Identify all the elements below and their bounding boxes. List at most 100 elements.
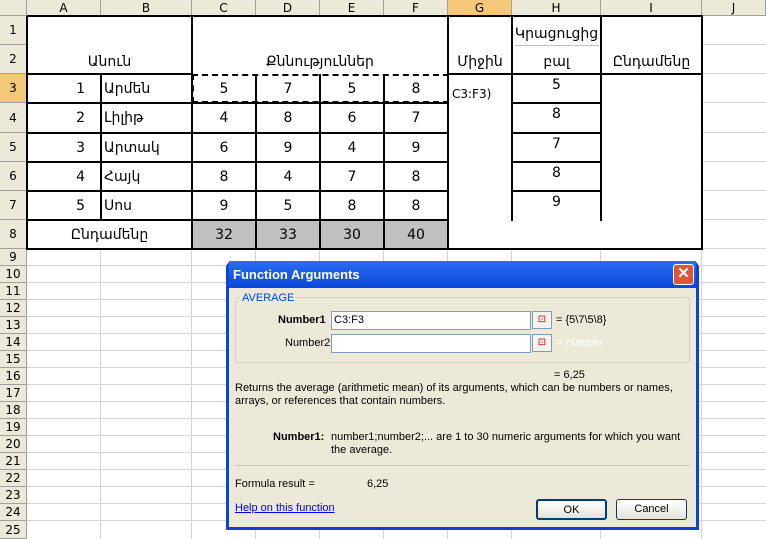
row-header-23[interactable]: 23: [0, 487, 27, 504]
column-header-d[interactable]: D: [256, 0, 320, 16]
formula-result-value: 6,25: [367, 478, 389, 490]
row-header-16[interactable]: 16: [0, 368, 27, 385]
column-header-j[interactable]: J: [702, 0, 766, 16]
grade-cell[interactable]: 8: [384, 162, 448, 191]
row-header-5[interactable]: 5: [0, 133, 27, 162]
column-header-f[interactable]: F: [384, 0, 448, 16]
row-header-10[interactable]: 10: [0, 266, 27, 283]
row-header-17[interactable]: 17: [0, 385, 27, 402]
grade-cell[interactable]: 4: [192, 103, 256, 133]
grade-cell[interactable]: 4: [256, 162, 320, 191]
cell-border: [27, 161, 193, 163]
select-all-corner[interactable]: [0, 0, 27, 16]
total-value[interactable]: 32: [192, 220, 256, 249]
total-cell[interactable]: [601, 133, 702, 162]
number2-input[interactable]: [331, 334, 531, 353]
grade-cell[interactable]: 9: [256, 133, 320, 162]
function-arguments-dialog: Function Arguments ✕ AVERAGE Number1 C3:…: [226, 261, 699, 530]
row-header-24[interactable]: 24: [0, 504, 27, 521]
column-header-g[interactable]: G: [448, 0, 512, 16]
total-cell[interactable]: [601, 162, 702, 191]
top-score-cell[interactable]: 7: [512, 133, 601, 162]
grade-cell[interactable]: 8: [192, 162, 256, 191]
cell-border: [600, 16, 602, 221]
average-cell[interactable]: [448, 133, 512, 162]
collapse-dialog-icon[interactable]: ⊡: [532, 334, 552, 352]
row-header-2[interactable]: 2: [0, 45, 27, 74]
average-cell[interactable]: [448, 191, 512, 220]
total-value[interactable]: 30: [320, 220, 384, 249]
total-cell[interactable]: [601, 74, 702, 103]
collapse-dialog-icon[interactable]: ⊡: [532, 311, 552, 329]
row-header-14[interactable]: 14: [0, 334, 27, 351]
grade-cell[interactable]: 6: [192, 133, 256, 162]
grade-cell[interactable]: 8: [256, 103, 320, 133]
cell-g8-i8[interactable]: [448, 220, 702, 249]
cell-border: [448, 73, 703, 75]
column-header-b[interactable]: B: [101, 0, 192, 16]
total-cell[interactable]: [601, 191, 702, 220]
grade-cell[interactable]: 9: [192, 191, 256, 220]
row-header-20[interactable]: 20: [0, 436, 27, 453]
cell-border: [191, 16, 193, 250]
row-header-19[interactable]: 19: [0, 419, 27, 436]
close-icon[interactable]: ✕: [673, 264, 694, 285]
row-header-3[interactable]: 3: [0, 74, 27, 103]
dialog-title-bar[interactable]: Function Arguments ✕: [229, 261, 696, 288]
row-header-4[interactable]: 4: [0, 103, 27, 133]
row-header-22[interactable]: 22: [0, 470, 27, 487]
total-value[interactable]: 40: [384, 220, 448, 249]
average-cell[interactable]: [448, 162, 512, 191]
cell-border: [100, 74, 102, 221]
grade-cell[interactable]: 4: [320, 133, 384, 162]
header-grades: Քննություններ: [266, 54, 374, 70]
grade-cell[interactable]: 6: [320, 103, 384, 133]
header-top-line1: Կրացուցից: [514, 26, 599, 42]
row-header-6[interactable]: 6: [0, 162, 27, 191]
top-score-cell[interactable]: 8: [512, 103, 601, 133]
cell-border: [26, 16, 28, 250]
function-name: AVERAGE: [240, 292, 297, 304]
grade-cell[interactable]: 7: [320, 162, 384, 191]
student-name: Սոս: [101, 191, 192, 220]
row-header-11[interactable]: 11: [0, 283, 27, 300]
function-group: AVERAGE Number1 C3:F3 ⊡ = {5\7\5\8} Numb…: [235, 292, 690, 363]
formula-edit-cell[interactable]: C3:F3): [449, 88, 511, 102]
grade-cell[interactable]: 8: [320, 191, 384, 220]
row-header-21[interactable]: 21: [0, 453, 27, 470]
row-header-18[interactable]: 18: [0, 402, 27, 419]
total-cell[interactable]: [601, 103, 702, 133]
number1-input[interactable]: C3:F3: [331, 311, 531, 330]
top-score-cell[interactable]: 9: [512, 191, 601, 220]
row-header-8[interactable]: 8: [0, 220, 27, 249]
row-header-9[interactable]: 9: [0, 249, 27, 266]
top-score-cell[interactable]: 8: [512, 162, 601, 191]
row-header-13[interactable]: 13: [0, 317, 27, 334]
column-header-e[interactable]: E: [320, 0, 384, 16]
ok-button[interactable]: OK: [536, 499, 607, 520]
grade-cell[interactable]: 8: [384, 191, 448, 220]
row-header-1[interactable]: 1: [0, 16, 27, 45]
row-header-7[interactable]: 7: [0, 191, 27, 220]
help-link[interactable]: Help on this function: [235, 502, 335, 514]
column-header-a[interactable]: A: [27, 0, 101, 16]
cell-border: [512, 132, 602, 134]
cancel-button[interactable]: Cancel: [616, 499, 687, 520]
dialog-body: AVERAGE Number1 C3:F3 ⊡ = {5\7\5\8} Numb…: [229, 288, 696, 527]
column-header-h[interactable]: H: [512, 0, 601, 16]
number1-result: = {5\7\5\8}: [556, 314, 607, 326]
student-number: 2: [27, 103, 101, 133]
column-header-c[interactable]: C: [192, 0, 256, 16]
grade-cell[interactable]: 5: [256, 191, 320, 220]
row-header-15[interactable]: 15: [0, 351, 27, 368]
total-value[interactable]: 33: [256, 220, 320, 249]
student-number: 4: [27, 162, 101, 191]
grade-cell[interactable]: 9: [384, 133, 448, 162]
row-header-12[interactable]: 12: [0, 300, 27, 317]
student-name: Լիլիթ: [101, 103, 192, 133]
column-header-i[interactable]: I: [601, 0, 702, 16]
row-header-25[interactable]: 25: [0, 521, 27, 539]
top-score-cell[interactable]: 5: [512, 74, 601, 103]
grade-cell[interactable]: 7: [384, 103, 448, 133]
average-cell[interactable]: [448, 103, 512, 133]
